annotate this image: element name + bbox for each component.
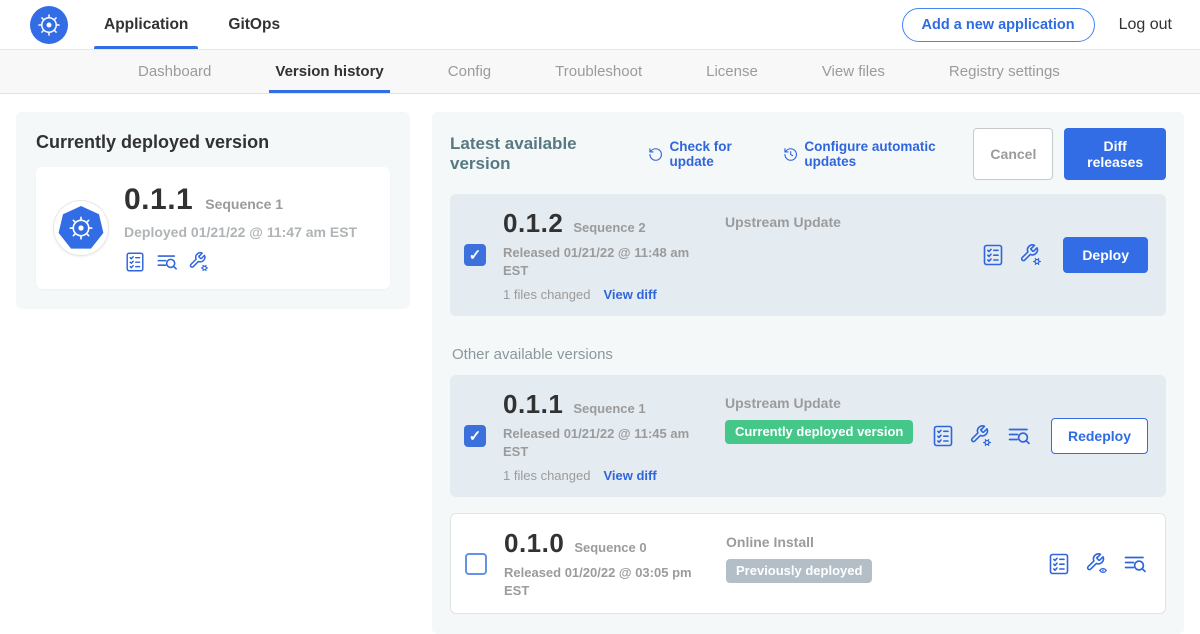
diff-releases-button[interactable]: Diff releases	[1064, 128, 1166, 180]
topnav-tabs: Application GitOps	[102, 0, 318, 49]
latest-version-title: Latest available version	[450, 134, 624, 174]
deploy-logs-icon[interactable]	[156, 251, 178, 273]
subtab-dashboard[interactable]: Dashboard	[138, 50, 211, 93]
config-gear-icon[interactable]	[188, 251, 210, 273]
config-gear-icon[interactable]	[1019, 243, 1043, 267]
files-changed: 1 files changed	[503, 287, 590, 302]
deployed-version-number: 0.1.1	[124, 183, 193, 217]
deployed-timestamp: Deployed 01/21/22 @ 11:47 am EST	[124, 224, 357, 240]
previously-deployed-badge: Previously deployed	[726, 559, 872, 583]
tab-gitops-label: GitOps	[228, 16, 280, 34]
preflight-checks-icon[interactable]	[981, 243, 1005, 267]
version-actions: Redeploy	[931, 418, 1148, 454]
files-changed: 1 files changed	[503, 468, 590, 483]
version-row-0-1-2: ✓ 0.1.2 Sequence 2 Released 01/21/22 @ 1…	[450, 194, 1166, 316]
version-source: Upstream Update Currently deployed versi…	[725, 395, 931, 444]
deployed-version-info: 0.1.1 Sequence 1 Deployed 01/21/22 @ 11:…	[124, 183, 357, 273]
subtab-license[interactable]: License	[706, 50, 758, 93]
latest-version-header: Latest available version Check for updat…	[450, 128, 1166, 180]
currently-deployed-badge: Currently deployed version	[725, 420, 913, 444]
version-number: 0.1.0	[504, 528, 564, 559]
version-actions	[1047, 552, 1147, 576]
top-nav: Application GitOps Add a new application…	[0, 0, 1200, 50]
config-gear-icon[interactable]	[969, 424, 993, 448]
active-tab-underline	[94, 46, 198, 49]
currently-deployed-card: 0.1.1 Sequence 1 Deployed 01/21/22 @ 11:…	[36, 167, 390, 289]
subtab-troubleshoot[interactable]: Troubleshoot	[555, 50, 642, 93]
redeploy-button[interactable]: Redeploy	[1051, 418, 1148, 454]
version-checkbox[interactable]: ✓	[464, 425, 486, 447]
released-timestamp: Released 01/21/22 @ 11:45 am EST	[503, 425, 699, 460]
version-number: 0.1.1	[503, 389, 563, 420]
clock-refresh-icon	[783, 146, 798, 163]
deploy-logs-icon[interactable]	[1123, 552, 1147, 576]
version-number: 0.1.2	[503, 208, 563, 239]
deployed-actions	[124, 251, 357, 273]
view-diff-link[interactable]: View diff	[603, 287, 656, 302]
tab-application-label: Application	[104, 16, 188, 34]
tab-gitops[interactable]: GitOps	[226, 0, 282, 49]
preflight-checks-icon[interactable]	[1047, 552, 1071, 576]
currently-deployed-title: Currently deployed version	[36, 132, 390, 153]
preflight-checks-icon[interactable]	[124, 251, 146, 273]
subtab-version-history[interactable]: Version history	[275, 50, 383, 93]
deploy-button[interactable]: Deploy	[1063, 237, 1148, 273]
subtab-registry-settings[interactable]: Registry settings	[949, 50, 1060, 93]
released-timestamp: Released 01/21/22 @ 11:48 am EST	[503, 244, 699, 279]
main-content: Currently deployed version 0.1.1	[0, 94, 1200, 634]
deployed-sequence: Sequence 1	[205, 196, 283, 212]
refresh-icon	[648, 146, 663, 163]
app-sub-nav: Dashboard Version history Config Trouble…	[0, 50, 1200, 94]
app-logo	[54, 201, 108, 255]
preflight-checks-icon[interactable]	[931, 424, 955, 448]
version-sequence: Sequence 2	[573, 220, 645, 235]
topnav-right: Add a new application Log out	[902, 0, 1200, 49]
view-config-icon[interactable]	[1085, 552, 1109, 576]
version-history-panel: Latest available version Check for updat…	[432, 112, 1184, 634]
version-info: 0.1.0 Sequence 0 Released 01/20/22 @ 03:…	[504, 528, 726, 599]
version-checkbox[interactable]: ✓	[464, 244, 486, 266]
released-timestamp: Released 01/20/22 @ 03:05 pm EST	[504, 564, 700, 599]
configure-automatic-updates-link[interactable]: Configure automatic updates	[783, 139, 973, 169]
version-info: 0.1.1 Sequence 1 Released 01/21/22 @ 11:…	[503, 389, 725, 483]
check-for-update-link[interactable]: Check for update	[648, 139, 769, 169]
kubernetes-heptagon-icon	[58, 206, 104, 250]
tab-application[interactable]: Application	[102, 0, 190, 49]
version-row-0-1-0: 0.1.0 Sequence 0 Released 01/20/22 @ 03:…	[450, 513, 1166, 614]
header-actions: Cancel Diff releases	[973, 128, 1166, 180]
deploy-logs-icon[interactable]	[1007, 424, 1031, 448]
version-actions: Deploy	[981, 237, 1148, 273]
version-info: 0.1.2 Sequence 2 Released 01/21/22 @ 11:…	[503, 208, 725, 302]
version-checkbox[interactable]	[465, 553, 487, 575]
version-source: Upstream Update	[725, 214, 981, 230]
view-diff-link[interactable]: View diff	[603, 468, 656, 483]
subtab-config[interactable]: Config	[448, 50, 491, 93]
currently-deployed-panel: Currently deployed version 0.1.1	[16, 112, 410, 309]
other-versions-heading: Other available versions	[452, 346, 1166, 363]
add-new-application-button[interactable]: Add a new application	[902, 8, 1095, 42]
active-subtab-underline	[269, 90, 389, 93]
version-source: Online Install Previously deployed	[726, 534, 1047, 583]
version-sequence: Sequence 0	[574, 540, 646, 555]
subtab-view-files[interactable]: View files	[822, 50, 885, 93]
log-out-link[interactable]: Log out	[1119, 16, 1172, 34]
cancel-button[interactable]: Cancel	[973, 128, 1053, 180]
version-row-0-1-1: ✓ 0.1.1 Sequence 1 Released 01/21/22 @ 1…	[450, 375, 1166, 497]
version-sequence: Sequence 1	[573, 401, 645, 416]
kubernetes-logo-icon	[30, 6, 68, 44]
